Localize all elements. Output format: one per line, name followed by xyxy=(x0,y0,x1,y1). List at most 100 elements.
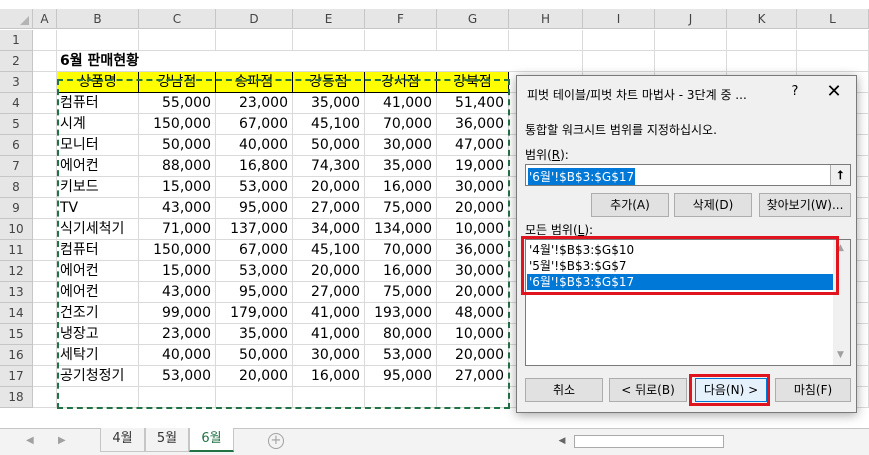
table-header-cell[interactable]: 강남점 xyxy=(139,72,216,93)
cell[interactable] xyxy=(139,387,216,408)
all-ranges-listbox[interactable]: '4월'!$B$3:$G$10 '5월'!$B$3:$G$7 '6월'!$B$3… xyxy=(525,239,851,366)
table-cell[interactable]: 74,300 xyxy=(293,156,365,177)
add-sheet-icon[interactable]: + xyxy=(268,433,284,449)
table-cell[interactable]: 50,000 xyxy=(216,345,293,366)
cell[interactable] xyxy=(437,51,509,72)
table-cell[interactable]: 99,000 xyxy=(139,303,216,324)
collapse-dialog-icon[interactable]: ⭡ xyxy=(830,165,850,185)
table-cell[interactable]: 냉장고 xyxy=(57,324,139,345)
table-cell[interactable]: 시계 xyxy=(57,114,139,135)
table-cell[interactable]: 34,000 xyxy=(293,219,365,240)
table-cell[interactable]: 30,000 xyxy=(437,177,509,198)
row-header[interactable]: 15 xyxy=(0,324,33,345)
list-item[interactable]: '5월'!$B$3:$G$7 xyxy=(527,258,835,274)
cell[interactable] xyxy=(727,51,797,72)
column-header[interactable]: I xyxy=(583,9,655,29)
cell[interactable] xyxy=(293,30,365,51)
scrollbar-thumb[interactable] xyxy=(574,435,724,448)
row-header[interactable]: 12 xyxy=(0,261,33,282)
listbox-scrollbar[interactable]: ▲ ▼ xyxy=(833,240,850,365)
sheet-tab-may[interactable]: 5월 xyxy=(145,428,189,452)
cancel-button[interactable]: 취소 xyxy=(525,378,603,402)
table-cell[interactable]: 88,000 xyxy=(139,156,216,177)
table-cell[interactable]: 16,000 xyxy=(365,177,437,198)
cell[interactable] xyxy=(33,282,57,303)
cell[interactable] xyxy=(509,30,583,51)
table-cell[interactable]: 95,000 xyxy=(216,282,293,303)
select-all-corner[interactable] xyxy=(0,9,33,29)
row-header[interactable]: 5 xyxy=(0,114,33,135)
cell[interactable] xyxy=(216,51,293,72)
cell[interactable] xyxy=(216,30,293,51)
close-icon[interactable]: ✕ xyxy=(821,81,847,103)
row-header[interactable]: 18 xyxy=(0,387,33,408)
table-cell[interactable]: 75,000 xyxy=(365,198,437,219)
row-header[interactable]: 7 xyxy=(0,156,33,177)
table-cell[interactable]: 16,800 xyxy=(216,156,293,177)
row-header[interactable]: 4 xyxy=(0,93,33,114)
table-cell[interactable]: 36,000 xyxy=(437,240,509,261)
table-cell[interactable]: 20,000 xyxy=(437,198,509,219)
table-cell[interactable]: 15,000 xyxy=(139,261,216,282)
back-button[interactable]: < 뒤로(B) xyxy=(609,378,687,402)
scroll-up-icon[interactable]: ▲ xyxy=(837,243,844,253)
table-cell[interactable]: 세탁기 xyxy=(57,345,139,366)
cell[interactable] xyxy=(33,93,57,114)
sheet-tab-june[interactable]: 6월 xyxy=(189,428,234,452)
list-item[interactable]: '6월'!$B$3:$G$17 xyxy=(527,274,835,290)
table-cell[interactable]: 95,000 xyxy=(216,198,293,219)
cell[interactable] xyxy=(33,387,57,408)
table-cell[interactable]: 53,000 xyxy=(216,177,293,198)
row-header[interactable]: 10 xyxy=(0,219,33,240)
cell[interactable] xyxy=(727,30,797,51)
table-cell[interactable]: 27,000 xyxy=(293,198,365,219)
table-cell[interactable]: 51,400 xyxy=(437,93,509,114)
row-header[interactable]: 16 xyxy=(0,345,33,366)
table-cell[interactable]: 모니터 xyxy=(57,135,139,156)
table-cell[interactable]: 41,000 xyxy=(293,324,365,345)
table-cell[interactable]: 20,000 xyxy=(293,261,365,282)
table-cell[interactable]: 50,000 xyxy=(139,135,216,156)
cell[interactable] xyxy=(797,30,869,51)
cell[interactable] xyxy=(437,30,509,51)
table-cell[interactable]: 16,000 xyxy=(293,366,365,387)
browse-button[interactable]: 찾아보기(W)... xyxy=(759,193,851,217)
table-cell[interactable]: 35,000 xyxy=(216,324,293,345)
cell[interactable] xyxy=(655,30,727,51)
table-cell[interactable]: 150,000 xyxy=(139,240,216,261)
row-header[interactable]: 3 xyxy=(0,72,33,93)
cell[interactable] xyxy=(797,51,869,72)
table-cell[interactable]: 55,000 xyxy=(139,93,216,114)
table-cell[interactable]: 40,000 xyxy=(216,135,293,156)
table-header-cell[interactable]: 상품명 xyxy=(57,72,139,93)
table-cell[interactable]: 30,000 xyxy=(365,135,437,156)
table-header-cell[interactable]: 강동점 xyxy=(293,72,365,93)
column-header[interactable]: J xyxy=(655,9,727,29)
scroll-left-icon[interactable]: ◀ xyxy=(555,434,569,449)
cell[interactable] xyxy=(509,51,583,72)
cell[interactable] xyxy=(33,156,57,177)
row-header[interactable]: 14 xyxy=(0,303,33,324)
table-cell[interactable]: 공기청정기 xyxy=(57,366,139,387)
row-header[interactable]: 11 xyxy=(0,240,33,261)
column-header[interactable]: B xyxy=(57,9,139,29)
table-cell[interactable]: 47,000 xyxy=(437,135,509,156)
column-header[interactable]: L xyxy=(797,9,869,29)
table-cell[interactable]: 30,000 xyxy=(293,345,365,366)
table-cell[interactable]: 10,000 xyxy=(437,324,509,345)
table-cell[interactable]: 19,000 xyxy=(437,156,509,177)
delete-button[interactable]: 삭제(D) xyxy=(674,193,752,217)
cell[interactable] xyxy=(33,114,57,135)
column-header[interactable]: A xyxy=(33,9,57,29)
table-header-cell[interactable]: 강북점 xyxy=(437,72,509,93)
table-cell[interactable]: 70,000 xyxy=(365,240,437,261)
sheet-title[interactable]: 6월 판매현황 xyxy=(57,51,139,72)
row-header[interactable]: 1 xyxy=(0,30,33,51)
column-header[interactable]: D xyxy=(216,9,293,29)
cell[interactable] xyxy=(33,72,57,93)
table-cell[interactable]: 에어컨 xyxy=(57,282,139,303)
range-input[interactable]: '6월'!$B$3:$G$17 ⭡ xyxy=(525,164,851,186)
row-header[interactable]: 8 xyxy=(0,177,33,198)
table-cell[interactable]: 179,000 xyxy=(216,303,293,324)
cell[interactable] xyxy=(216,387,293,408)
